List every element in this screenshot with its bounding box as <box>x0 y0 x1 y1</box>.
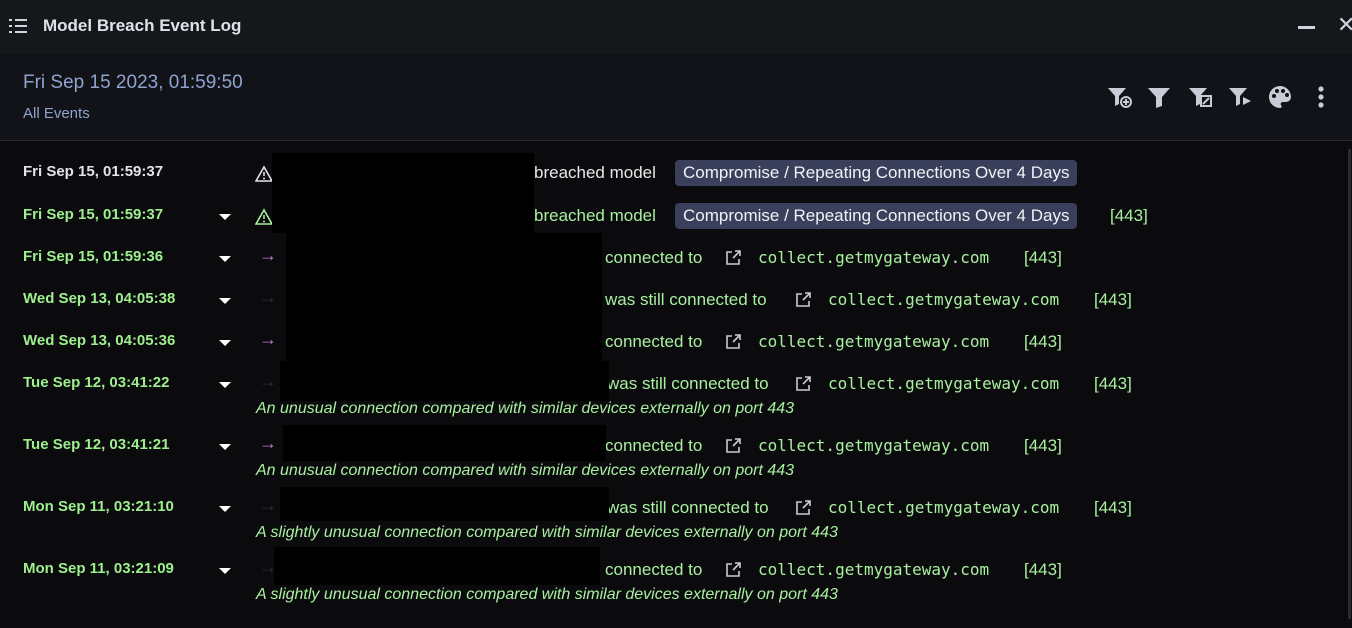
warning-icon <box>255 208 273 225</box>
external-link-icon[interactable] <box>794 499 812 517</box>
event-note: An unusual connection compared with simi… <box>256 400 795 417</box>
event-timestamp: Mon Sep 11, 03:21:09 <box>23 560 174 577</box>
host-link[interactable]: collect.getmygateway.com <box>758 436 989 455</box>
event-note: A slightly unusual connection compared w… <box>256 524 838 541</box>
chevron-down-icon[interactable] <box>219 568 231 574</box>
scrollbar[interactable] <box>1348 149 1351 619</box>
arrow-right-icon: → <box>259 433 277 453</box>
port-label: [443] <box>1024 436 1062 455</box>
warning-icon <box>255 165 273 182</box>
port-label: [443] <box>1094 498 1132 517</box>
arrow-right-icon: → <box>259 329 277 349</box>
event-timestamp: Tue Sep 12, 03:41:21 <box>23 436 170 453</box>
external-link-icon[interactable] <box>724 437 742 455</box>
port-label: [443] <box>1094 374 1132 393</box>
event-timestamp: Fri Sep 15, 01:59:36 <box>23 248 164 265</box>
palette-icon[interactable] <box>1267 84 1293 110</box>
event-timestamp: Fri Sep 15, 01:59:37 <box>23 163 164 180</box>
arrow-right-icon: → <box>259 371 277 391</box>
close-button[interactable]: ✕ <box>1337 14 1352 36</box>
port-label: [443] <box>1024 560 1062 579</box>
redacted-device <box>280 361 609 401</box>
port-label: [443] <box>1110 206 1148 225</box>
filter-actions-icon[interactable] <box>1227 84 1253 110</box>
event-timestamp: Fri Sep 15, 01:59:37 <box>23 206 164 223</box>
add-filter-icon[interactable] <box>1106 84 1132 110</box>
host-link[interactable]: collect.getmygateway.com <box>828 290 1059 309</box>
arrow-right-icon: → <box>259 245 277 265</box>
chevron-down-icon[interactable] <box>219 340 231 346</box>
log-header: Fri Sep 15 2023, 01:59:50 All Events <box>0 54 1352 141</box>
redacted-device <box>283 425 606 461</box>
external-link-icon[interactable] <box>724 249 742 267</box>
model-badge[interactable]: Compromise / Repeating Connections Over … <box>675 203 1078 229</box>
event-action: breached model <box>534 206 656 225</box>
chevron-down-icon[interactable] <box>219 256 231 262</box>
edit-filter-icon[interactable] <box>1187 84 1213 110</box>
host-link[interactable]: collect.getmygateway.com <box>758 560 989 579</box>
current-timestamp: Fri Sep 15 2023, 01:59:50 <box>23 72 243 93</box>
redacted-device <box>280 487 609 521</box>
event-note: An unusual connection compared with simi… <box>256 462 795 479</box>
event-action: was still connected to <box>607 498 769 517</box>
event-timestamp: Tue Sep 12, 03:41:22 <box>23 374 170 391</box>
host-link[interactable]: collect.getmygateway.com <box>758 248 989 267</box>
event-timestamp: Mon Sep 11, 03:21:10 <box>23 498 174 515</box>
host-link[interactable]: collect.getmygateway.com <box>758 332 989 351</box>
arrow-right-icon: → <box>259 287 277 307</box>
external-link-icon[interactable] <box>794 375 812 393</box>
chevron-down-icon[interactable] <box>219 214 231 220</box>
chevron-down-icon[interactable] <box>219 298 231 304</box>
more-vertical-icon[interactable] <box>1308 84 1332 110</box>
event-scope[interactable]: All Events <box>23 105 90 122</box>
port-label: [443] <box>1024 248 1062 267</box>
port-label: [443] <box>1094 290 1132 309</box>
arrow-right-icon: → <box>259 495 277 515</box>
minimize-button[interactable] <box>1298 26 1315 29</box>
event-action: breached model <box>534 163 656 182</box>
port-label: [443] <box>1024 332 1062 351</box>
event-action: connected to <box>605 332 703 351</box>
filter-icon[interactable] <box>1146 84 1172 110</box>
chevron-down-icon[interactable] <box>219 444 231 450</box>
host-link[interactable]: collect.getmygateway.com <box>828 498 1059 517</box>
event-timestamp: Wed Sep 13, 04:05:38 <box>23 290 176 307</box>
event-action: connected to <box>605 436 703 455</box>
host-link[interactable]: collect.getmygateway.com <box>828 374 1059 393</box>
chevron-down-icon[interactable] <box>219 382 231 388</box>
event-note: A slightly unusual connection compared w… <box>256 586 838 603</box>
event-action: was still connected to <box>607 374 769 393</box>
window-title: Model Breach Event Log <box>43 16 242 35</box>
external-link-icon[interactable] <box>724 561 742 579</box>
redacted-device <box>286 233 602 361</box>
redacted-device <box>274 547 600 585</box>
title-bar: Model Breach Event Log ✕ <box>0 0 1352 54</box>
external-link-icon[interactable] <box>724 333 742 351</box>
model-badge[interactable]: Compromise / Repeating Connections Over … <box>675 160 1078 186</box>
list-menu-icon[interactable] <box>9 18 27 34</box>
external-link-icon[interactable] <box>794 291 812 309</box>
chevron-down-icon[interactable] <box>219 506 231 512</box>
event-action: connected to <box>605 560 703 579</box>
event-timestamp: Wed Sep 13, 04:05:36 <box>23 332 176 349</box>
event-list: Fri Sep 15, 01:59:37 breached model Comp… <box>0 141 1352 628</box>
redacted-device <box>272 153 534 233</box>
event-action: was still connected to <box>605 290 767 309</box>
event-action: connected to <box>605 248 703 267</box>
